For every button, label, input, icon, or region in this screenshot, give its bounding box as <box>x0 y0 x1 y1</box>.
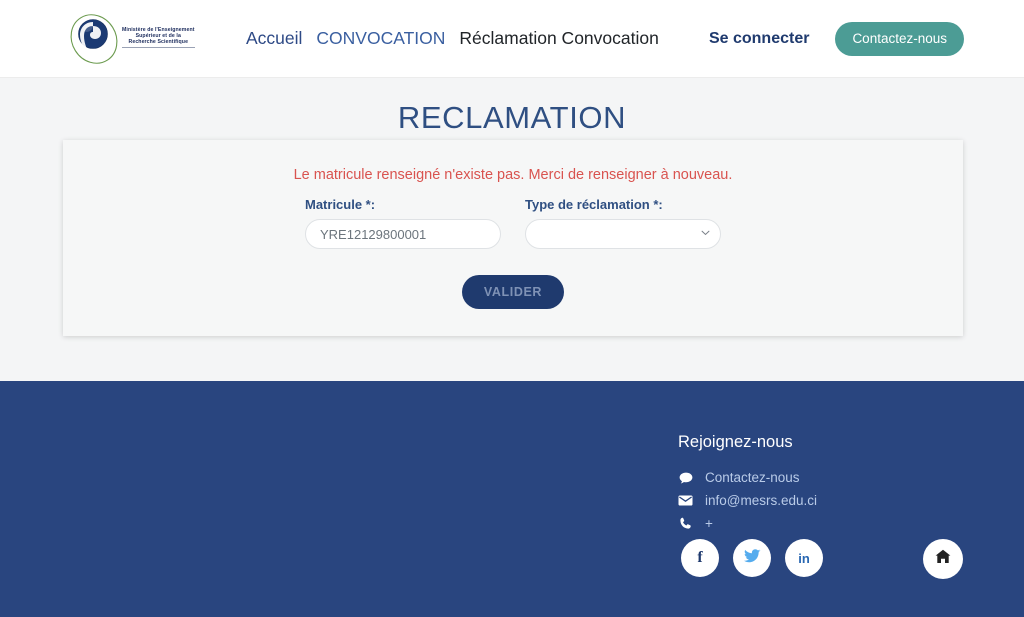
ministry-emblem-icon <box>68 12 120 66</box>
social-links: f in <box>681 539 823 577</box>
ministry-name: Ministère de l'Enseignement Supérieur et… <box>122 27 195 50</box>
type-reclamation-select[interactable] <box>525 219 721 249</box>
form-fields: Matricule *: Type de réclamation *: <box>63 197 963 249</box>
home-icon <box>935 549 951 569</box>
chat-icon <box>678 472 693 484</box>
nav-item-convocation[interactable]: CONVOCATION <box>316 28 445 49</box>
main-content: RECLAMATION Le matricule renseigné n'exi… <box>0 78 1024 381</box>
login-link[interactable]: Se connecter <box>709 30 809 48</box>
error-message: Le matricule renseigné n'existe pas. Mer… <box>293 167 733 183</box>
brand-divider <box>122 47 195 49</box>
envelope-icon <box>678 495 693 506</box>
phone-icon <box>678 517 693 530</box>
footer-link-contact[interactable]: Contactez-nous <box>705 470 800 485</box>
type-reclamation-label: Type de réclamation *: <box>525 197 663 212</box>
header-actions: Se connecter Contactez-nous <box>709 21 964 56</box>
type-reclamation-select-wrap <box>525 219 721 249</box>
nav-item-reclamation-convocation[interactable]: Réclamation Convocation <box>459 28 658 49</box>
contact-us-button[interactable]: Contactez-nous <box>835 21 964 56</box>
footer-row-phone: + <box>678 516 817 531</box>
home-button[interactable] <box>923 539 963 579</box>
page-title: RECLAMATION <box>397 100 627 135</box>
linkedin-button[interactable]: in <box>785 539 823 577</box>
main-navigation: Accueil CONVOCATION Réclamation Convocat… <box>246 28 659 49</box>
site-footer: Rejoignez-nous Contactez-nous info@mesrs… <box>0 381 1024 617</box>
page-root: Ministère de l'Enseignement Supérieur et… <box>0 0 1024 617</box>
facebook-icon: f <box>697 549 703 566</box>
linkedin-icon: in <box>798 550 810 566</box>
footer-link-phone[interactable]: + <box>705 516 713 531</box>
twitter-button[interactable] <box>733 539 771 577</box>
nav-item-accueil[interactable]: Accueil <box>246 28 302 49</box>
reclamation-form-card: Le matricule renseigné n'existe pas. Mer… <box>63 140 963 336</box>
footer-link-email[interactable]: info@mesrs.edu.ci <box>705 493 817 508</box>
facebook-button[interactable]: f <box>681 539 719 577</box>
brand-logo[interactable]: Ministère de l'Enseignement Supérieur et… <box>68 12 218 66</box>
submit-row: VALIDER <box>63 275 963 309</box>
site-header: Ministère de l'Enseignement Supérieur et… <box>0 0 1024 78</box>
matricule-input[interactable] <box>305 219 501 249</box>
type-reclamation-field-group: Type de réclamation *: <box>525 197 721 249</box>
footer-row-email: info@mesrs.edu.ci <box>678 493 817 508</box>
footer-contact-block: Rejoignez-nous Contactez-nous info@mesrs… <box>678 433 817 539</box>
validate-button[interactable]: VALIDER <box>461 275 565 309</box>
footer-heading: Rejoignez-nous <box>678 433 793 451</box>
twitter-icon <box>743 548 761 568</box>
footer-row-contact: Contactez-nous <box>678 470 817 485</box>
matricule-field-group: Matricule *: <box>305 197 501 249</box>
ministry-name-line-3: Recherche Scientifique <box>128 39 189 46</box>
matricule-label: Matricule *: <box>305 197 376 212</box>
